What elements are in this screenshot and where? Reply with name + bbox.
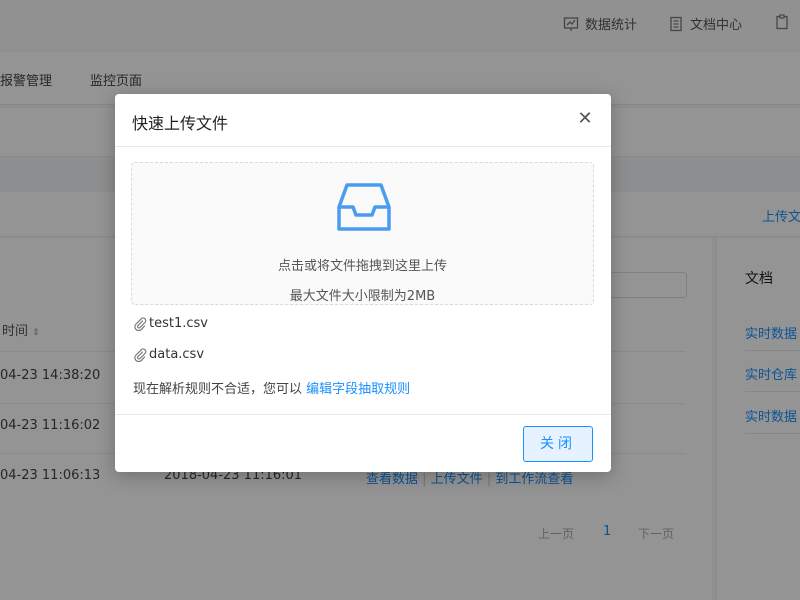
close-icon[interactable]: ✕ (575, 109, 595, 129)
modal-header: 快速上传文件 ✕ (115, 94, 611, 147)
paperclip-icon (134, 347, 147, 362)
hint-text: 现在解析规则不合适，您可以 (133, 382, 303, 397)
parse-rule-hint: 现在解析规则不合适，您可以 编辑字段抽取规则 (133, 378, 410, 397)
uploaded-file-item[interactable]: test1.csv (133, 316, 208, 331)
paperclip-icon (134, 316, 147, 331)
inbox-icon (337, 183, 391, 231)
file-name: test1.csv (149, 316, 208, 331)
file-name: data.csv (149, 347, 205, 362)
uploaded-file-item[interactable]: data.csv (133, 347, 204, 362)
modal-title: 快速上传文件 (132, 114, 229, 133)
close-button[interactable]: 关闭 (523, 426, 593, 462)
dropzone-primary-text: 点击或将文件拖拽到这里上传 (277, 259, 447, 274)
edit-extraction-rules-link[interactable]: 编辑字段抽取规则 (306, 382, 410, 397)
upload-modal: 快速上传文件 ✕ 点击或将文件拖拽到这里上传 最大文件大小限制为2MB test… (115, 94, 611, 472)
dropzone-secondary-text: 最大文件大小限制为2MB (289, 289, 436, 304)
upload-dropzone[interactable]: 点击或将文件拖拽到这里上传 最大文件大小限制为2MB (131, 162, 594, 305)
modal-footer: 关闭 (115, 414, 611, 473)
